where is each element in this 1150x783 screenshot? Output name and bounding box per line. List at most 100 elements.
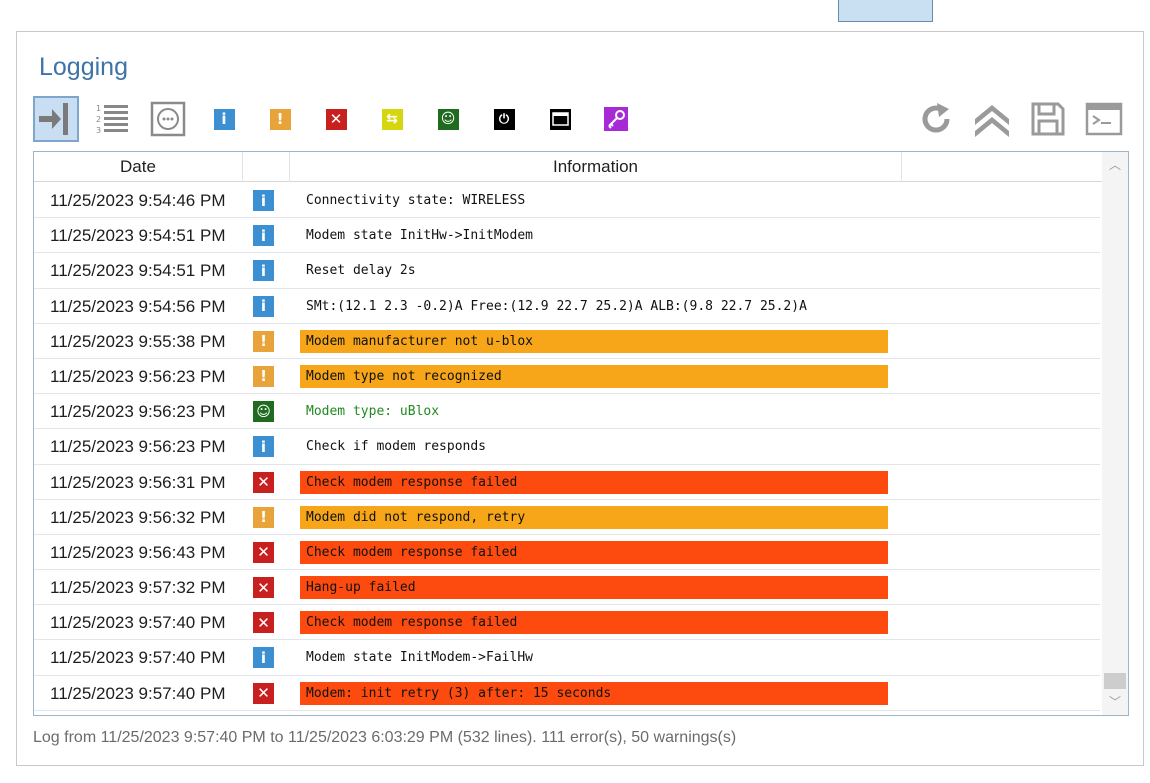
table-row[interactable]: 11/25/2023 9:57:40 PM ✕ Modem: init retry … <box>34 676 1100 711</box>
log-message: Modem did not respond, retry <box>300 505 888 529</box>
scroll-top-button[interactable] <box>969 96 1015 142</box>
table-row[interactable]: 11/25/2023 9:56:32 PM! Modem did not resp… <box>34 500 1100 535</box>
exchange-icon: ⇆ <box>381 108 403 130</box>
info-icon: i <box>213 108 235 130</box>
log-message: Connectivity state: WIRELESS <box>306 193 526 208</box>
table-row[interactable]: 11/25/2023 9:57:40 PM i Modem state InitMo… <box>34 640 1100 676</box>
log-date: 11/25/2023 9:54:51 PM <box>50 226 226 246</box>
follow-tail-button[interactable] <box>33 96 79 142</box>
filter-error-button[interactable]: ✕ <box>313 96 359 142</box>
table-row[interactable]: 11/25/2023 9:54:51 PM i Reset delay 2s <box>34 253 1100 289</box>
log-message: Check modem response failed <box>300 470 888 494</box>
table-row[interactable]: 11/25/2023 9:54:56 PM i SMt:(12.1 2.3 -0.2… <box>34 289 1100 324</box>
console-icon <box>1085 102 1123 136</box>
save-icon <box>1031 102 1065 136</box>
log-date: 11/25/2023 9:55:38 PM <box>50 331 226 351</box>
refresh-button[interactable] <box>913 96 959 142</box>
scroll-up-arrow[interactable]: ︿ <box>1102 154 1128 176</box>
error-icon: ✕ <box>253 612 274 634</box>
log-date: 11/25/2023 9:56:32 PM <box>50 507 226 527</box>
svg-text:1: 1 <box>96 104 101 113</box>
log-date: 11/25/2023 9:54:51 PM <box>50 261 226 281</box>
table-row[interactable]: 11/25/2023 9:56:23 PM! Modem type not rec… <box>34 359 1100 395</box>
terminal-icon <box>549 108 571 130</box>
log-message: Modem: init retry (3) after: 15 seconds <box>300 681 888 705</box>
table-row[interactable]: 11/25/2023 9:57:40 PM ✕ Check modem respon… <box>34 605 1100 641</box>
filter-transfer-button[interactable]: ⇆ <box>369 96 415 142</box>
log-date: 11/25/2023 9:56:23 PM <box>50 402 226 422</box>
info-icon: i <box>253 647 274 669</box>
table-body: 11/25/2023 9:54:46 PM i Connectivity state… <box>34 183 1100 711</box>
table-header: Date Information <box>34 152 1104 182</box>
log-message: Check if modem responds <box>306 439 487 455</box>
table-row[interactable]: 11/25/2023 9:56:31 PM ✕ Check modem respon… <box>34 465 1100 500</box>
top-tab[interactable] <box>838 0 933 22</box>
vertical-scrollbar[interactable]: ︿ ﹀ <box>1102 152 1128 715</box>
table-row[interactable]: 11/25/2023 9:54:51 PM i Modem state InitHw… <box>34 218 1100 254</box>
line-numbers-button[interactable]: 1 2 3 <box>89 96 135 142</box>
log-message: Modem type: uBlox <box>306 404 440 420</box>
svg-text:3: 3 <box>96 126 101 135</box>
numbered-list-icon: 1 2 3 <box>96 104 128 135</box>
circle-dots-icon <box>150 101 186 137</box>
error-icon: ✕ <box>253 471 274 493</box>
log-message: Check modem response failed <box>300 611 888 635</box>
log-message: Check modem response failed <box>300 540 888 564</box>
log-date: 11/25/2023 9:56:23 PM <box>50 366 226 386</box>
column-header-date[interactable]: Date <box>34 152 243 182</box>
key-icon <box>604 107 628 131</box>
logging-panel: Logging 1 2 3 i ! ✕ ⇆ ☺ ⏻ Date Informati… <box>16 31 1144 766</box>
log-date: 11/25/2023 9:56:43 PM <box>50 542 226 562</box>
status-footer: Log from 11/25/2023 9:57:40 PM to 11/25/… <box>33 729 737 746</box>
log-date: 11/25/2023 9:57:32 PM <box>50 578 226 598</box>
smiley-icon: ☺ <box>437 108 459 130</box>
column-header-type[interactable] <box>243 152 290 182</box>
save-button[interactable] <box>1025 96 1071 142</box>
log-table[interactable]: Date Information 11/25/2023 9:54:46 PM i C… <box>33 151 1129 716</box>
log-date: 11/25/2023 9:56:23 PM <box>50 437 226 457</box>
info-icon: i <box>253 295 274 317</box>
error-icon: ✕ <box>253 682 274 704</box>
console-button[interactable] <box>1081 96 1127 142</box>
table-row[interactable]: 11/25/2023 9:55:38 PM! Modem manufacturer… <box>34 324 1100 359</box>
table-row[interactable]: 11/25/2023 9:57:32 PM ✕ Hang-up failed <box>34 570 1100 606</box>
log-message: Modem manufacturer not u-blox <box>300 329 888 353</box>
warning-icon: ! <box>253 506 274 528</box>
filter-info-button[interactable]: i <box>201 96 247 142</box>
filter-warning-button[interactable]: ! <box>257 96 303 142</box>
filter-all-button[interactable] <box>145 96 191 142</box>
error-icon: ✕ <box>253 541 274 563</box>
log-date: 11/25/2023 9:57:40 PM <box>50 683 226 703</box>
double-chevron-up-icon <box>975 105 1009 137</box>
log-date: 11/25/2023 9:54:56 PM <box>50 296 226 316</box>
table-row[interactable]: 11/25/2023 9:56:43 PM ✕ Check modem respon… <box>34 535 1100 571</box>
refresh-icon <box>922 103 950 133</box>
filter-power-button[interactable]: ⏻ <box>481 96 527 142</box>
info-icon: i <box>253 436 274 458</box>
error-icon: ✕ <box>253 577 274 599</box>
log-message: Reset delay 2s <box>306 263 416 279</box>
table-row[interactable]: 11/25/2023 9:54:46 PM i Connectivity state… <box>34 183 1100 219</box>
filter-key-button[interactable] <box>593 96 639 142</box>
filter-terminal-button[interactable] <box>537 96 583 142</box>
power-icon: ⏻ <box>493 108 515 130</box>
log-message: SMt:(12.1 2.3 -0.2)A Free:(12.9 22.7 25.… <box>306 298 807 314</box>
warning-icon: ! <box>269 108 291 130</box>
log-date: 11/25/2023 9:54:46 PM <box>50 191 226 210</box>
log-date: 11/25/2023 9:56:31 PM <box>50 472 226 492</box>
warning-icon: ! <box>253 365 274 387</box>
table-row[interactable]: 11/25/2023 9:56:23 PM i Check if modem res… <box>34 429 1100 465</box>
filter-ok-button[interactable]: ☺ <box>425 96 471 142</box>
scroll-down-arrow[interactable]: ﹀ <box>1102 691 1128 713</box>
svg-text:2: 2 <box>96 115 101 124</box>
log-date: 11/25/2023 9:57:40 PM <box>50 648 226 668</box>
info-icon: i <box>253 225 274 247</box>
table-row[interactable]: 11/25/2023 9:56:23 PM ☺ Modem type: uBlox <box>34 394 1100 430</box>
warning-icon: ! <box>253 330 274 352</box>
scrollbar-thumb[interactable] <box>1104 673 1126 689</box>
panel-title: Logging <box>39 53 128 81</box>
info-icon: i <box>253 190 274 211</box>
column-header-information[interactable]: Information <box>290 152 902 182</box>
arrow-to-line-icon <box>39 103 68 135</box>
log-message: Hang-up failed <box>300 576 888 600</box>
